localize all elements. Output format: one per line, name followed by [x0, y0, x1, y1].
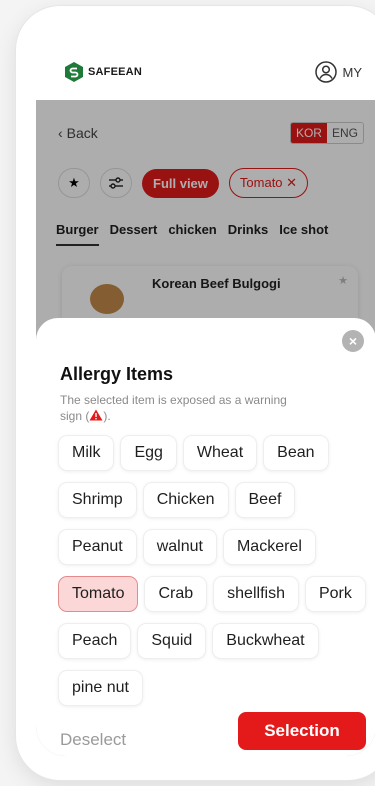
allergy-chip-tomato[interactable]: Tomato — [59, 577, 138, 611]
allergy-chip-crab[interactable]: Crab — [145, 577, 207, 611]
allergy-chip-peanut[interactable]: Peanut — [59, 530, 136, 564]
allergy-chip-list: Milk Egg Wheat Bean Shrimp Chicken Beef Peanut w… — [59, 436, 369, 705]
allergy-chip-beef[interactable]: Beef — [235, 483, 295, 517]
allergy-chip-peach[interactable]: Peach — [59, 624, 131, 658]
warning-icon — [89, 409, 103, 421]
allergy-chip-shellfish[interactable]: shellfish — [214, 577, 298, 611]
app-header: SAFEEAN MY — [36, 26, 375, 100]
desc-text-after: ). — [103, 409, 111, 423]
deselect-button[interactable]: Deselect — [60, 730, 126, 750]
allergy-chip-bean[interactable]: Bean — [264, 436, 328, 470]
safeean-logo-icon — [65, 62, 83, 82]
allergy-chip-shrimp[interactable]: Shrimp — [59, 483, 136, 517]
allergy-bottom-sheet: × Allergy Items The selected item is exp… — [36, 318, 375, 756]
allergy-chip-buckwheat[interactable]: Buckwheat — [213, 624, 318, 658]
allergy-chip-pork[interactable]: Pork — [305, 577, 365, 611]
allergy-chip-chicken[interactable]: Chicken — [143, 483, 228, 517]
selection-button[interactable]: Selection — [238, 712, 366, 750]
allergy-chip-walnut[interactable]: walnut — [143, 530, 216, 564]
user-icon — [314, 61, 337, 83]
phone-frame: SAFEEAN MY ‹ Back KOR ENG ★ Full view To… — [16, 6, 375, 780]
allergy-chip-egg[interactable]: Egg — [121, 436, 176, 470]
brand-logo[interactable]: SAFEEAN — [64, 61, 142, 83]
app-screen: SAFEEAN MY ‹ Back KOR ENG ★ Full view To… — [36, 26, 375, 756]
my-label: MY — [342, 64, 363, 80]
sheet-description: The selected item is exposed as a warnin… — [60, 392, 300, 424]
close-icon[interactable]: × — [342, 330, 364, 352]
brand-name: SAFEEAN — [88, 66, 142, 78]
allergy-chip-squid[interactable]: Squid — [138, 624, 206, 658]
allergy-chip-milk[interactable]: Milk — [59, 436, 114, 470]
sheet-title: Allergy Items — [60, 364, 174, 384]
allergy-chip-mackerel[interactable]: Mackerel — [223, 530, 315, 564]
my-account-button[interactable]: MY — [314, 61, 363, 83]
allergy-chip-pine-nut[interactable]: pine nut — [59, 671, 142, 705]
allergy-chip-wheat[interactable]: Wheat — [183, 436, 257, 470]
